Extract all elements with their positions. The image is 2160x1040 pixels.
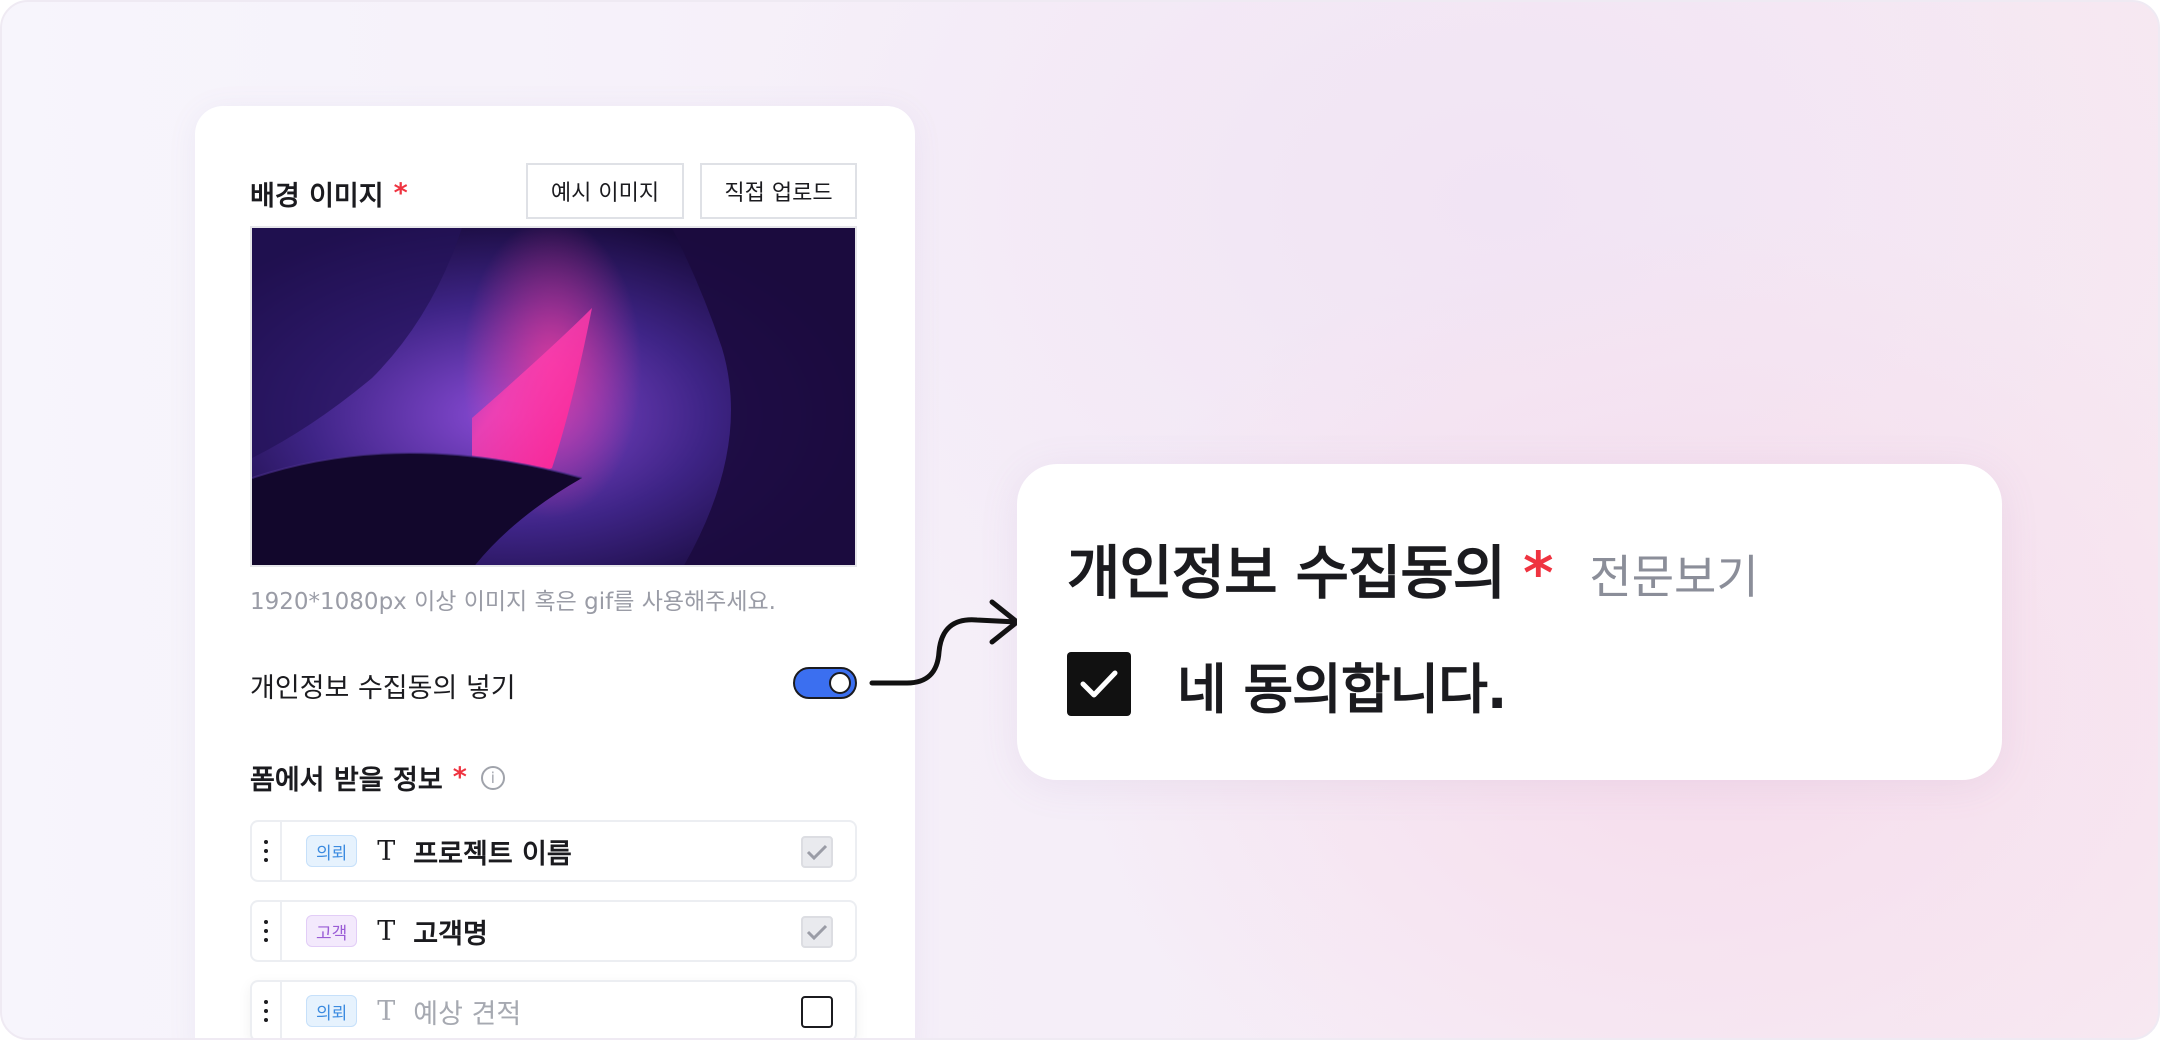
info-icon[interactable]: i [480, 765, 505, 790]
agree-checkbox[interactable] [1067, 652, 1131, 716]
check-icon [1080, 670, 1118, 698]
required-mark: * [452, 762, 467, 793]
field-tag: 의뢰 [306, 835, 358, 867]
view-full-link[interactable]: 전문보기 [1589, 541, 1758, 607]
field-required-checkbox [801, 836, 833, 868]
field-required-checkbox [801, 916, 833, 948]
consent-toggle-label: 개인정보 수집동의 넣기 [250, 666, 516, 705]
consent-toggle-label-text: 개인정보 수집동의 넣기 [250, 673, 516, 704]
form-field-row[interactable]: 고객 T 고객명 [250, 900, 857, 962]
consent-title-text: 개인정보 수집동의 [1067, 539, 1506, 607]
field-tag: 고객 [306, 915, 358, 947]
form-field-row[interactable]: 의뢰 T 예상 견적 [250, 980, 857, 1038]
drag-handle-icon[interactable] [252, 822, 282, 880]
drag-handle-icon[interactable] [252, 902, 282, 960]
agree-label[interactable]: 네 동의합니다. [1177, 652, 1507, 721]
field-label: 예상 견적 [413, 998, 522, 1030]
canvas-background: 배경 이미지 * 예시 이미지 직접 업로드 1920*1080px 이상 이미… [0, 0, 2160, 1040]
form-fields-label: 폼에서 받을 정보 * i [250, 758, 505, 797]
field-label: 고객명 [413, 918, 488, 950]
field-label: 프로젝트 이름 [413, 838, 572, 870]
toggle-knob [829, 672, 851, 694]
text-type-icon: T [377, 915, 396, 947]
drag-handle-icon[interactable] [252, 982, 282, 1038]
consent-preview-card: 개인정보 수집동의 * 전문보기 네 동의합니다. [1017, 464, 2002, 780]
example-image-button[interactable]: 예시 이미지 [526, 163, 684, 219]
consent-title: 개인정보 수집동의 * 전문보기 [1067, 526, 1759, 610]
required-mark: * [393, 178, 408, 209]
background-image-label-text: 배경 이미지 [250, 181, 384, 212]
background-image-preview [250, 226, 857, 567]
check-icon [806, 844, 828, 861]
check-icon [806, 924, 828, 941]
form-field-row[interactable]: 의뢰 T 프로젝트 이름 [250, 820, 857, 882]
field-tag: 의뢰 [306, 995, 358, 1027]
form-settings-panel: 배경 이미지 * 예시 이미지 직접 업로드 1920*1080px 이상 이미… [195, 106, 915, 1038]
text-type-icon: T [377, 835, 396, 867]
background-image-hint: 1920*1080px 이상 이미지 혹은 gif를 사용해주세요. [250, 589, 776, 615]
abstract-gradient-image [252, 228, 855, 565]
upload-image-button[interactable]: 직접 업로드 [700, 163, 857, 219]
required-mark: * [1523, 539, 1554, 607]
form-fields-label-text: 폼에서 받을 정보 [250, 765, 443, 796]
field-required-checkbox[interactable] [801, 996, 833, 1028]
background-image-label: 배경 이미지 * [250, 174, 408, 213]
consent-toggle[interactable] [793, 667, 857, 699]
text-type-icon: T [377, 995, 396, 1027]
